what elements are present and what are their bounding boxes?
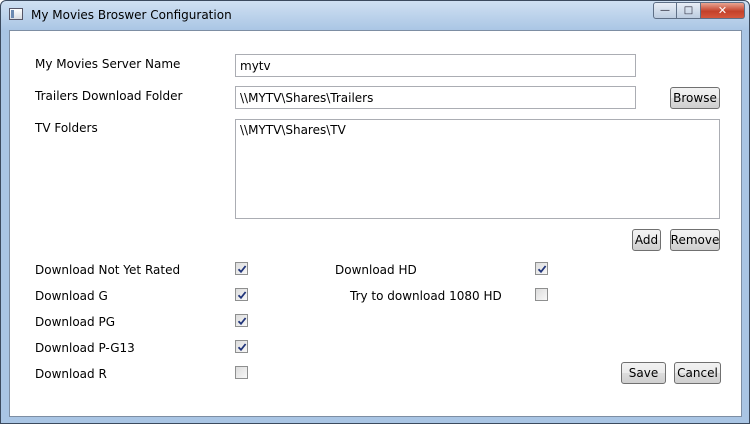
add-folder-button[interactable]: Add [632,229,661,251]
download-hd-checkbox[interactable] [535,262,548,275]
close-button[interactable]: ✕ [701,2,745,19]
title-bar[interactable]: My Movies Broswer Configuration — □ ✕ [1,1,751,29]
download-1080-label: Try to download 1080 HD [350,289,502,303]
rating-pg13-checkbox[interactable] [235,340,248,353]
trailers-folder-label: Trailers Download Folder [35,89,183,103]
save-button[interactable]: Save [621,362,666,384]
checkmark-icon [537,264,546,273]
rating-r-checkbox[interactable] [235,366,248,379]
not-yet-rated-label: Download Not Yet Rated [35,263,181,277]
close-icon: ✕ [717,4,728,17]
download-hd-label: Download HD [335,263,417,277]
rating-g-label: Download G [35,289,108,303]
rating-pg-checkbox[interactable] [235,314,248,327]
tv-folder-item[interactable]: \\MYTV\Shares\TV [240,123,715,137]
tv-folders-list[interactable]: \\MYTV\Shares\TV [235,119,720,219]
tv-folders-label: TV Folders [35,121,98,135]
app-icon[interactable] [9,8,23,20]
trailers-folder-input[interactable]: \\MYTV\Shares\Trailers [235,86,636,109]
minimize-button[interactable]: — [653,2,677,19]
config-panel: My Movies Server Name mytv Trailers Down… [9,30,742,417]
checkmark-icon [237,290,246,299]
checkmark-icon [237,264,246,273]
rating-r-label: Download R [35,367,107,381]
minimize-icon: — [660,5,670,16]
maximize-button[interactable]: □ [677,2,701,19]
not-yet-rated-checkbox[interactable] [235,262,248,275]
maximize-icon: □ [683,5,694,16]
app-window: My Movies Broswer Configuration — □ ✕ My… [0,0,750,424]
browse-button[interactable]: Browse [670,87,720,109]
checkmark-icon [237,316,246,325]
window-title: My Movies Broswer Configuration [31,8,232,22]
rating-pg-label: Download PG [35,315,115,329]
remove-folder-button[interactable]: Remove [670,229,720,251]
cancel-button[interactable]: Cancel [674,362,721,384]
rating-g-checkbox[interactable] [235,288,248,301]
server-name-label: My Movies Server Name [35,57,181,71]
server-name-input[interactable]: mytv [235,54,636,77]
rating-pg13-label: Download P-G13 [35,341,135,355]
download-1080-checkbox[interactable] [535,288,548,301]
checkmark-icon [237,342,246,351]
